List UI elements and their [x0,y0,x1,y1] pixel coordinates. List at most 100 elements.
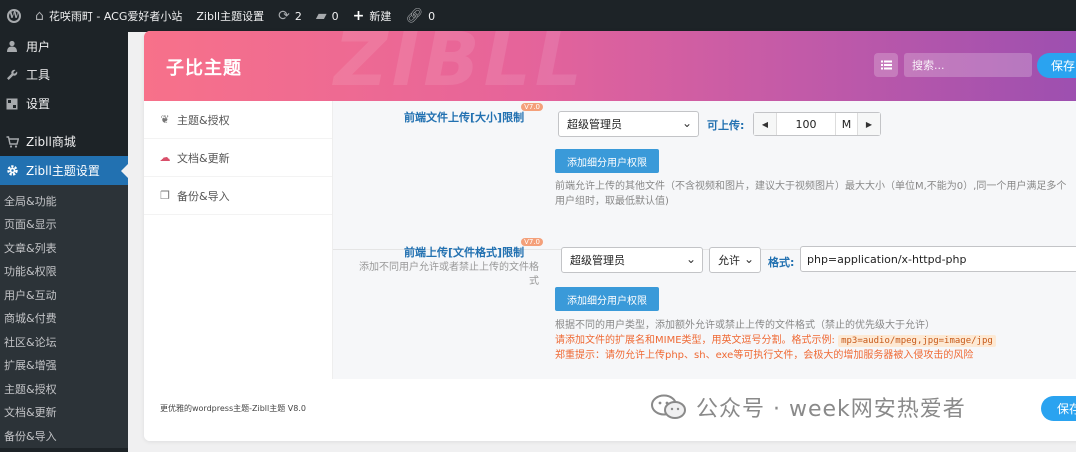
admin-sidebar: 用户 工具 设置 Zibll商城 Zibll主题设置 全局&功能 页面&显示 文… [0,32,128,452]
updates-count: 2 [294,9,302,23]
field-warning: 郑重提示：请勿允许上传php、sh、exe等可执行文件，会极大的增加服务器被入侵… [555,350,974,361]
new-content-menu[interactable]: + 新建 [346,0,399,32]
size-unit: M [836,113,858,135]
site-name-menu[interactable]: ⌂ 花咲雨町 - ACG爱好者小站 [28,0,189,32]
sidebar-item-settings[interactable]: 设置 [0,89,128,118]
settings-panel: ZIBLL 子比主题 保存 ❦ 主题&授权 ☁ 文档&更新 ❐ 备份&导入 前端… [144,31,1076,441]
tab-label: 文档&更新 [177,151,230,165]
field-desc-upload-format: 添加不同用户允许或者禁止上传的文件格式 [359,262,539,287]
upload-label: 可上传: [707,119,745,132]
cart-icon [4,135,20,148]
field-help-mime-example: 请添加文件的扩展名和MIME类型，用英文逗号分割。格式示例: mp3=audio… [555,333,1076,349]
gear-icon [4,164,20,177]
updates-menu[interactable]: ⟳ 2 [271,0,309,32]
increment-button[interactable]: ▶ [858,113,880,135]
sidebar-item-label: 设置 [26,97,51,111]
field-help-upload-format: 根据不同的用户类型，添加额外允许或禁止上传的文件格式（禁止的优先级大于允许） [555,320,935,331]
decrement-button[interactable]: ◀ [754,113,776,135]
page-title: 子比主题 [166,58,242,79]
watermark-text: 公众号 · week网安热爱者 [696,397,966,422]
caret-right-icon: ▶ [865,119,873,129]
version-badge: V7.0 [521,238,543,246]
submenu-item-page[interactable]: 页面&显示 [0,213,128,237]
banner-decoration: ZIBLL [334,31,586,103]
upload-size-value[interactable]: 100 [776,113,836,135]
user-role-select[interactable]: 超级管理员 ⌄ [561,247,703,273]
comments-menu[interactable]: ▰ 0 [309,0,346,32]
chevron-down-icon: ⌄ [681,116,692,130]
chevron-down-icon: ⌄ [685,252,696,266]
link-icon: 🔗︎ [405,8,424,24]
select-value: 超级管理员 [570,254,625,267]
sidebar-item-tools[interactable]: 工具 [0,60,128,89]
expand-all-button[interactable] [874,53,898,77]
field-title-text: 前端上传[文件格式]限制 [404,246,525,259]
submenu-item-extend[interactable]: 扩展&增强 [0,354,128,378]
field-help-upload-size: 前端允许上传的其他文件（不含视频和图片，建议大于视频图片）最大大小（单位M,不能… [555,181,1067,207]
mime-example-code: mp3=audio/mpeg,jpg=image/jpg [838,335,996,347]
submenu-item-docs[interactable]: 文档&更新 [0,401,128,425]
wechat-icon [651,394,686,419]
settings-content: 前端文件上传[大小]限制V7.0 超级管理员 ⌄ 可上传: ◀ 100 M ▶ … [333,101,1076,379]
help-text: 请添加文件的扩展名和MIME类型，用英文逗号分割。格式示例: [555,335,835,346]
site-name: 花咲雨町 - ACG爱好者小站 [48,10,183,23]
user-role-select[interactable]: 超级管理员 ⌄ [558,111,699,137]
file-format-input[interactable]: php=application/x-httpd-php [800,246,1076,272]
leaf-icon: ❦ [160,113,170,126]
plus-icon: + [352,8,365,24]
wordpress-icon: W [7,9,21,23]
upload-size-stepper[interactable]: ◀ 100 M ▶ [753,112,881,136]
settings-icon [4,98,20,110]
submenu-item-backup[interactable]: 备份&导入 [0,424,128,448]
add-user-permission-button[interactable]: 添加细分用户权限 [555,149,659,173]
cloud-icon: ☁ [159,151,171,164]
footer-text: 更优雅的wordpress主题-Zibll主题 V8.0 [160,404,306,413]
copy-icon: ❐ [160,189,170,202]
theme-settings-menu[interactable]: Zibll主题设置 [189,0,271,32]
submenu-item-license[interactable]: 主题&授权 [0,377,128,401]
wrench-icon [4,69,20,81]
submenu-item-features[interactable]: 功能&权限 [0,260,128,284]
tab-backup-import[interactable]: ❐ 备份&导入 [144,177,332,215]
comments-count: 0 [331,9,339,23]
caret-left-icon: ◀ [761,119,769,129]
comment-icon: ▰ [315,8,327,24]
footer-save-button[interactable]: 保存 [1041,396,1076,421]
settings-search-input[interactable] [904,53,1032,77]
submenu-item-shop[interactable]: 商城&付费 [0,307,128,331]
user-icon [4,40,20,52]
version-badge: V7.0 [521,103,543,111]
settings-banner: ZIBLL 子比主题 保存 [144,31,1076,103]
sidebar-item-label: 用户 [26,39,51,54]
submenu-item-global[interactable]: 全局&功能 [0,189,128,213]
sidebar-item-zibll-shop[interactable]: Zibll商城 [0,127,128,156]
add-user-permission-button[interactable]: 添加细分用户权限 [555,287,659,311]
new-label: 新建 [369,10,392,23]
submenu-item-forum[interactable]: 社区&论坛 [0,330,128,354]
submenu-item-posts[interactable]: 文章&列表 [0,236,128,260]
tab-docs-update[interactable]: ☁ 文档&更新 [144,139,332,177]
field-title-upload-size: 前端文件上传[大小]限制V7.0 [363,103,543,125]
watermark: 公众号 · week网安热爱者 [650,391,966,423]
settings-tabs: ❦ 主题&授权 ☁ 文档&更新 ❐ 备份&导入 [144,101,333,379]
wp-logo-menu[interactable]: W [0,0,28,32]
refresh-icon: ⟳ [278,8,290,24]
submenu-item-users[interactable]: 用户&互动 [0,283,128,307]
theme-settings-submenu: 全局&功能 页面&显示 文章&列表 功能&权限 用户&互动 商城&付费 社区&论… [0,185,128,448]
theme-settings-label: Zibll主题设置 [196,10,265,23]
sidebar-item-label: Zibll主题设置 [26,164,100,178]
sidebar-item-zibll-theme-settings[interactable]: Zibll主题设置 [0,156,128,185]
tab-theme-license[interactable]: ❦ 主题&授权 [144,101,332,139]
save-button[interactable]: 保存 [1037,53,1076,78]
menu-separator [0,118,128,127]
allow-deny-select[interactable]: 允许 ⌄ [709,247,761,273]
sidebar-item-label: Zibll商城 [26,135,76,149]
links-count: 0 [428,9,436,23]
select-value: 允许 [718,254,740,267]
field-title-text: 前端文件上传[大小]限制 [404,111,525,124]
sidebar-item-label: 工具 [26,68,51,82]
admin-bar: W ⌂ 花咲雨町 - ACG爱好者小站 Zibll主题设置 ⟳ 2 ▰ 0 + … [0,0,1076,32]
tab-label: 备份&导入 [177,189,230,203]
links-menu[interactable]: 🔗︎ 0 [398,0,442,32]
sidebar-item-users[interactable]: 用户 [0,32,128,60]
